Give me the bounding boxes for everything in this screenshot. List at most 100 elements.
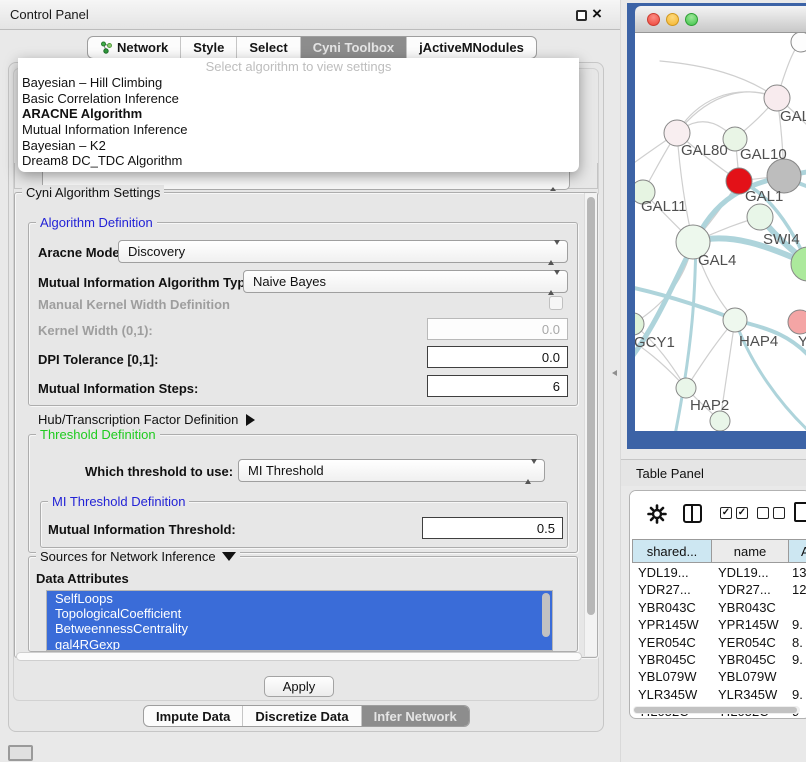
sources-title[interactable]: Sources for Network Inference <box>36 549 240 564</box>
which-threshold-value: MI Threshold <box>248 463 324 478</box>
tab-cyni-toolbox[interactable]: Cyni Toolbox <box>300 37 406 58</box>
app-root: Control Panel × NetworkStyleSelectCyni T… <box>0 0 806 762</box>
collapse-arrow-icon[interactable] <box>612 370 617 376</box>
network-node[interactable] <box>788 310 806 334</box>
attribute-item-selfloops[interactable]: SelfLoops <box>47 591 552 606</box>
network-node-label: GAL10 <box>740 146 787 163</box>
network-node[interactable] <box>710 411 730 431</box>
algorithm-option-bayesian-hill-climbing[interactable]: Bayesian – Hill Climbing <box>18 75 579 91</box>
mi-threshold-field[interactable]: 0.5 <box>422 517 563 539</box>
algorithm-option-bayesian-k2[interactable]: Bayesian – K2 <box>18 138 579 154</box>
dpi-tolerance-field[interactable]: 0.0 <box>427 346 568 368</box>
window-minimize-icon[interactable] <box>666 13 679 26</box>
table-cell: 9. <box>792 617 803 632</box>
algorithm-option-basic-correlation-inference[interactable]: Basic Correlation Inference <box>18 91 579 107</box>
data-attributes-label: Data Attributes <box>36 571 129 586</box>
float-window-icon[interactable] <box>576 10 587 21</box>
network-node-label: HAP4 <box>739 333 778 350</box>
checked-checkbox-icon[interactable]: ✓ <box>736 507 748 519</box>
settings-horizontal-scrollbar[interactable] <box>16 652 582 661</box>
algorithm-definition-title: Algorithm Definition <box>36 215 157 230</box>
table-row[interactable]: YDL19...YDL19...13 <box>632 564 806 581</box>
apply-button[interactable]: Apply <box>264 676 334 697</box>
tab-select[interactable]: Select <box>236 37 299 58</box>
network-window-titlebar[interactable] <box>635 6 806 33</box>
unchecked-checkbox-icon[interactable] <box>773 507 785 519</box>
table-row[interactable]: YBL079WYBL079W <box>632 668 806 685</box>
manual-kernel-width-checkbox[interactable] <box>549 296 563 310</box>
data-attributes-list[interactable]: SelfLoopsTopologicalCoefficientBetweenne… <box>46 590 553 651</box>
algorithm-option-aracne-algorithm[interactable]: ARACNE Algorithm <box>18 106 579 122</box>
attribute-item-topologicalcoefficient[interactable]: TopologicalCoefficient <box>47 606 552 621</box>
network-node-label: GAL <box>780 108 806 125</box>
scrollbar-thumb[interactable] <box>634 707 797 713</box>
close-icon[interactable]: × <box>592 4 602 24</box>
settings-vertical-scrollbar[interactable] <box>584 193 597 656</box>
column-header[interactable]: shared... <box>632 539 712 563</box>
mi-algorithm-type-select[interactable]: Naive Bayes <box>243 270 568 293</box>
table-panel-title: Table Panel <box>636 466 704 481</box>
hub-definition-expander[interactable]: Hub/Transcription Factor Definition <box>38 412 255 427</box>
network-node[interactable] <box>723 308 747 332</box>
list-scrollbar[interactable] <box>542 593 550 637</box>
table-row[interactable]: YER054CYER054C8. <box>632 634 806 651</box>
network-edge <box>686 320 735 388</box>
tab-network[interactable]: Network <box>88 37 180 58</box>
tab-style[interactable]: Style <box>180 37 236 58</box>
minimized-panel-icon[interactable] <box>8 745 33 761</box>
table-cell: YPR145W <box>718 617 779 632</box>
which-threshold-label: Which threshold to use: <box>85 464 233 479</box>
columns-icon[interactable] <box>683 504 702 523</box>
combo-stepper-icon <box>525 464 537 479</box>
which-threshold-select[interactable]: MI Threshold <box>238 459 545 482</box>
mi-steps-field[interactable]: 6 <box>427 375 568 397</box>
scrollbar-thumb[interactable] <box>587 197 595 615</box>
hidden-frame-edge <box>14 163 15 189</box>
table-row[interactable]: YBR043CYBR043C <box>632 599 806 616</box>
mi-threshold-label: Mutual Information Threshold: <box>48 522 236 537</box>
algorithm-option-mutual-information-inference[interactable]: Mutual Information Inference <box>18 122 579 138</box>
tab-infer-network[interactable]: Infer Network <box>361 706 469 726</box>
attribute-item-betweennesscentrality[interactable]: BetweennessCentrality <box>47 621 552 636</box>
network-node[interactable] <box>791 33 806 52</box>
attribute-item-gal4rgexp[interactable]: gal4RGexp <box>47 637 552 651</box>
column-header[interactable]: A <box>789 539 806 563</box>
hub-definition-label: Hub/Transcription Factor Definition <box>38 412 238 427</box>
network-node[interactable] <box>676 378 696 398</box>
bottom-tabs: Impute DataDiscretize DataInfer Network <box>143 705 470 727</box>
threshold-definition-title: Threshold Definition <box>36 427 160 442</box>
document-icon[interactable] <box>794 502 806 522</box>
checked-checkbox-icon[interactable]: ✓ <box>720 507 732 519</box>
tab-impute-data[interactable]: Impute Data <box>144 706 242 726</box>
dpi-tolerance-label: DPI Tolerance [0,1]: <box>38 352 158 367</box>
unchecked-checkbox-icon[interactable] <box>757 507 769 519</box>
network-node[interactable] <box>747 204 773 230</box>
table-cell: YBR045C <box>718 652 776 667</box>
tab-jactivemnodules[interactable]: jActiveMNodules <box>406 37 536 58</box>
table-horizontal-scrollbar[interactable] <box>633 706 800 714</box>
network-canvas[interactable]: GALGAL80GAL10GAL1GAL11SWI4GAL4GCY1HAP4YH… <box>635 33 806 431</box>
tab-discretize-data[interactable]: Discretize Data <box>242 706 360 726</box>
aracne-mode-select[interactable]: Discovery <box>118 240 568 263</box>
network-node-label: GAL80 <box>681 142 728 159</box>
column-header[interactable]: name <box>712 539 789 563</box>
table-cell: YDR27... <box>718 582 771 597</box>
table-cell: 9. <box>792 652 803 667</box>
window-close-icon[interactable] <box>647 13 660 26</box>
table-row[interactable]: YBR045C YBR045C 9. <box>632 651 806 668</box>
algorithm-option-dream8-dc-tdc-algorithm[interactable]: Dream8 DC_TDC Algorithm <box>18 153 579 169</box>
kernel-width-field[interactable]: 0.0 <box>427 318 568 340</box>
gear-icon[interactable] <box>647 504 667 527</box>
network-node-label: GCY1 <box>635 334 675 351</box>
table-cell: YBL079W <box>638 669 697 684</box>
table-cell: 9. <box>792 687 803 702</box>
tab-label: Select <box>249 40 287 55</box>
algorithm-items: Bayesian – Hill ClimbingBasic Correlatio… <box>18 75 579 169</box>
window-zoom-icon[interactable] <box>685 13 698 26</box>
table-row[interactable]: YLR345WYLR345W9. <box>632 686 806 703</box>
table-cell: YBR045C <box>638 652 696 667</box>
panel-splitter[interactable] <box>620 0 621 762</box>
table-row[interactable]: YDR27...YDR27...12 <box>632 581 806 598</box>
algorithm-popup: Select algorithm to view settings Bayesi… <box>18 58 579 172</box>
table-row[interactable]: YPR145WYPR145W9. <box>632 616 806 633</box>
